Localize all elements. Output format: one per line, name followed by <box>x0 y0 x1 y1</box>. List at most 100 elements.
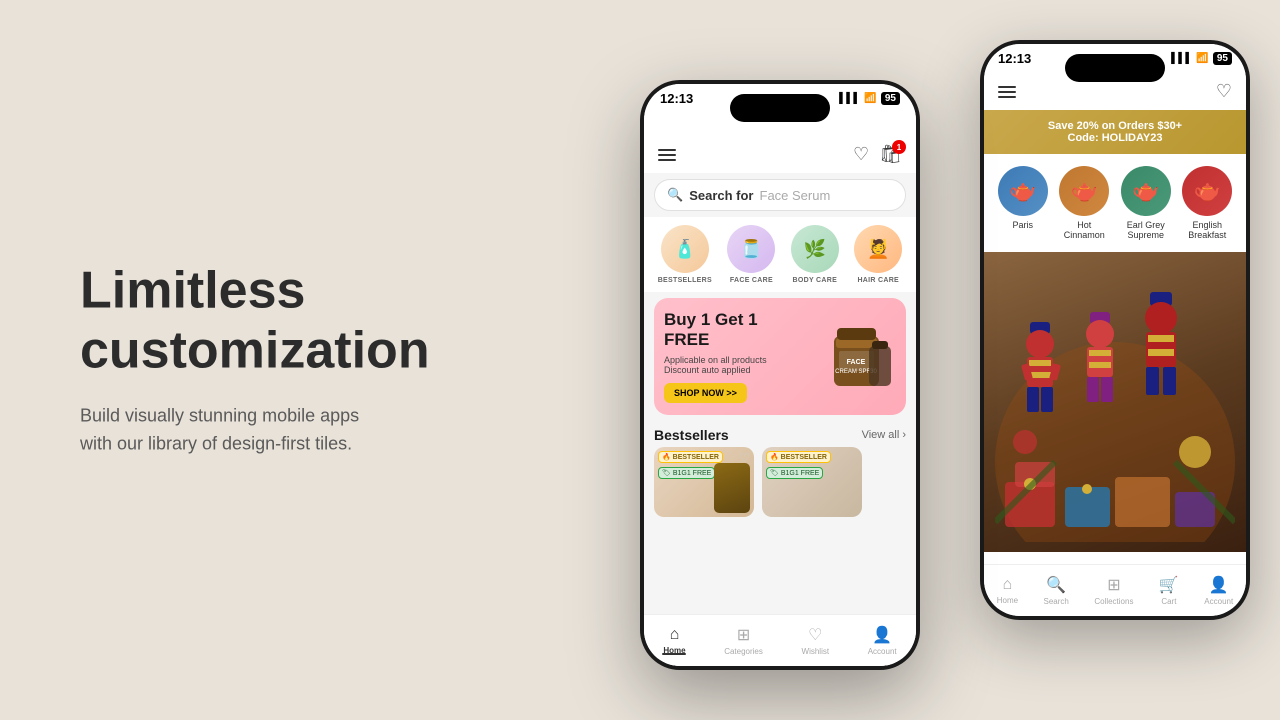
back-nav-cart[interactable]: 🛒 Cart <box>1159 575 1179 606</box>
bestseller-badge-1: 🔥 BESTSELLER <box>658 451 723 463</box>
promo-subtitle: Applicable on all productsDiscount auto … <box>664 355 816 375</box>
nav-active-indicator <box>662 653 686 655</box>
back-menu-icon[interactable] <box>998 86 1016 98</box>
promo-button[interactable]: SHOP NOW >> <box>664 383 747 403</box>
category-face[interactable]: 🫙 FACE CARE <box>727 225 775 284</box>
front-cart-badge: 1 <box>892 140 906 154</box>
product-card-2[interactable]: 🔥 BESTSELLER 🏷 B1G1 FREE <box>762 447 862 517</box>
product-card-1[interactable]: 🔥 BESTSELLER 🏷 B1G1 FREE ♡ <box>654 447 754 517</box>
search-bar[interactable]: 🔍 Search for Face Serum <box>654 179 906 211</box>
account-label: Account <box>868 647 897 656</box>
search-label: Search for <box>689 188 753 203</box>
front-menu-icon[interactable] <box>658 149 676 161</box>
tea-paris-label: Paris <box>1012 220 1033 230</box>
view-all-link[interactable]: View all › <box>862 429 906 441</box>
hair-label: HAIR CARE <box>857 277 899 284</box>
back-nav-collections[interactable]: ⊞ Collections <box>1094 575 1133 606</box>
search-icon: 🔍 <box>667 187 683 203</box>
back-battery: 95 <box>1213 52 1232 65</box>
back-account-label: Account <box>1204 597 1233 606</box>
bestsellers-label: BESTSELLERS <box>658 277 712 284</box>
phone-back: 12:13 ▌▌▌ 📶 95 ♡ Save 20% on Orders $30+… <box>980 40 1250 620</box>
promo-banner[interactable]: Buy 1 Get 1FREE Applicable on all produc… <box>654 298 906 415</box>
promo-image: FACE CREAM SPF30 <box>816 316 896 396</box>
tea-earl-circle: 🫖 <box>1121 166 1171 216</box>
nav-wishlist[interactable]: ♡ Wishlist <box>802 625 830 656</box>
tea-circles-row: 🫖 Paris 🫖 HotCinnamon 🫖 Earl GreySupreme… <box>984 154 1246 252</box>
front-status-icons: ▌▌▌ 📶 95 <box>839 92 900 105</box>
left-section: Limitless customization Build visually s… <box>80 261 600 458</box>
nav-home[interactable]: ⌂ Home <box>663 626 685 655</box>
sub-text: Build visually stunning mobile appswith … <box>80 401 600 459</box>
bestsellers-header: Bestsellers View all › <box>644 421 916 447</box>
tea-hot-circle: 🫖 <box>1059 166 1109 216</box>
tea-paris-circle: 🫖 <box>998 166 1048 216</box>
category-bestsellers[interactable]: 🧴 BESTSELLERS <box>658 225 712 284</box>
products-row: 🔥 BESTSELLER 🏷 B1G1 FREE ♡ 🔥 BESTSELLER … <box>644 447 916 517</box>
back-home-label: Home <box>997 596 1018 605</box>
promo-product-svg: FACE CREAM SPF30 <box>819 316 894 396</box>
tea-earl-label: Earl GreySupreme <box>1127 220 1165 240</box>
phones-container: 12:13 ▌▌▌ 📶 95 ♡ Save 20% on Orders $30+… <box>580 0 1280 720</box>
back-collections-label: Collections <box>1094 597 1133 606</box>
back-search-icon: 🔍 <box>1046 575 1066 595</box>
categories-row: 🧴 BESTSELLERS 🫙 FACE CARE 🌿 BODY CARE 💆 … <box>644 217 916 292</box>
hero-image <box>984 252 1246 552</box>
back-nav-account[interactable]: 👤 Account <box>1204 575 1233 606</box>
bogo-badge-2: 🏷 B1G1 FREE <box>766 467 823 479</box>
front-bottom-nav: ⌂ Home ⊞ Categories ♡ Wishlist 👤 Acc <box>644 614 916 666</box>
front-cart-wrapper[interactable]: 🛍 1 <box>879 144 902 165</box>
back-nav-home[interactable]: ⌂ Home <box>997 576 1018 605</box>
hair-img: 💆 <box>854 225 902 273</box>
back-wishlist-icon[interactable]: ♡ <box>1216 81 1232 102</box>
tea-earl[interactable]: 🫖 Earl GreySupreme <box>1121 166 1171 240</box>
bestseller-badge-2: 🔥 BESTSELLER <box>766 451 831 463</box>
back-bottom-nav: ⌂ Home 🔍 Search ⊞ Collections 🛒 Cart 👤 <box>984 564 1246 616</box>
product-img-2: 🔥 BESTSELLER 🏷 B1G1 FREE <box>762 447 862 517</box>
phone-front-inner: 12:13 ▌▌▌ 📶 95 ♡ 🛍 <box>644 84 916 666</box>
dynamic-island-back <box>1065 54 1165 82</box>
svg-text:FACE: FACE <box>846 359 865 366</box>
body-img: 🌿 <box>791 225 839 273</box>
back-home-icon: ⌂ <box>1003 576 1013 594</box>
back-nav-search[interactable]: 🔍 Search <box>1044 575 1069 606</box>
bestsellers-title: Bestsellers <box>654 427 729 443</box>
back-account-icon: 👤 <box>1209 575 1229 595</box>
tea-paris[interactable]: 🫖 Paris <box>998 166 1048 240</box>
front-wishlist-icon[interactable]: ♡ <box>853 144 869 165</box>
home-icon: ⌂ <box>670 626 680 644</box>
wifi-icon: 📶 <box>1196 53 1208 64</box>
nutcracker-svg <box>995 262 1235 542</box>
wishlist-label: Wishlist <box>802 647 830 656</box>
bestsellers-img: 🧴 <box>661 225 709 273</box>
tea-hot[interactable]: 🫖 HotCinnamon <box>1059 166 1109 240</box>
front-signal-icon: ▌▌▌ <box>839 93 860 104</box>
bogo-badge-1: 🏷 B1G1 FREE <box>658 467 715 479</box>
phone-back-inner: 12:13 ▌▌▌ 📶 95 ♡ Save 20% on Orders $30+… <box>984 44 1246 616</box>
promo-gold-line2: Code: HOLIDAY23 <box>998 132 1232 144</box>
front-battery: 95 <box>881 92 900 105</box>
signal-icon: ▌▌▌ <box>1171 53 1192 64</box>
back-search-label: Search <box>1044 597 1069 606</box>
tea-english[interactable]: 🫖 EnglishBreakfast <box>1182 166 1232 240</box>
promo-text: Buy 1 Get 1FREE Applicable on all produc… <box>664 310 816 403</box>
product-img-1: 🔥 BESTSELLER 🏷 B1G1 FREE ♡ <box>654 447 754 517</box>
main-heading: Limitless customization <box>80 261 600 381</box>
categories-label: Categories <box>724 647 763 656</box>
promo-gold-line1: Save 20% on Orders $30+ <box>998 120 1232 132</box>
face-img: 🫙 <box>727 225 775 273</box>
category-body[interactable]: 🌿 BODY CARE <box>791 225 839 284</box>
promo-gold-banner: Save 20% on Orders $30+ Code: HOLIDAY23 <box>984 110 1246 154</box>
nav-account[interactable]: 👤 Account <box>868 625 897 656</box>
nav-categories[interactable]: ⊞ Categories <box>724 625 763 656</box>
face-label: FACE CARE <box>730 277 773 284</box>
category-hair[interactable]: 💆 HAIR CARE <box>854 225 902 284</box>
front-wifi-icon: 📶 <box>864 93 876 104</box>
promo-title: Buy 1 Get 1FREE <box>664 310 816 351</box>
back-cart-icon: 🛒 <box>1159 575 1179 595</box>
account-icon: 👤 <box>872 625 892 645</box>
categories-icon: ⊞ <box>737 625 750 645</box>
front-app-header: ♡ 🛍 1 <box>644 136 916 173</box>
back-cart-label: Cart <box>1161 597 1176 606</box>
search-placeholder: Face Serum <box>760 188 831 203</box>
